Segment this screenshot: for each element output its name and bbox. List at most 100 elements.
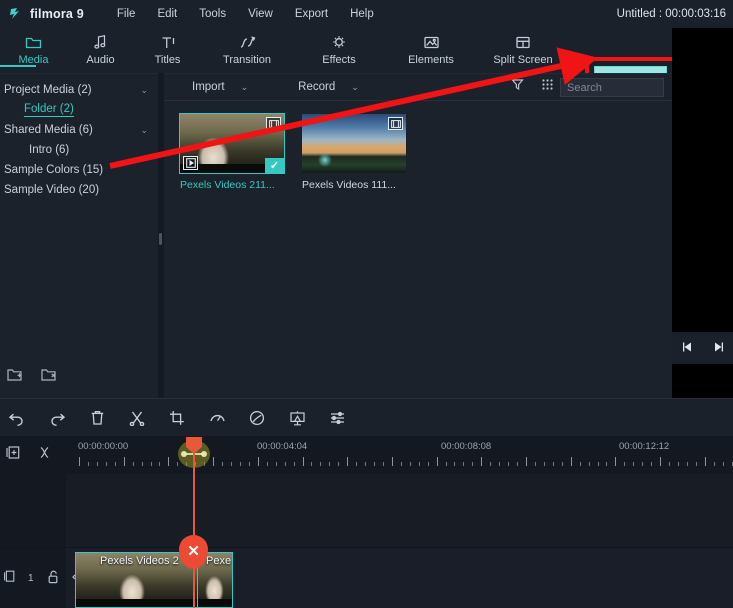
ruler-tick-minor [87, 462, 89, 466]
search-box[interactable] [560, 78, 722, 97]
ruler-tick-major [79, 457, 80, 466]
timeline-ruler[interactable]: 00:00:00:00 00:00:04:04 00:00:08:08 00:0… [66, 436, 733, 474]
ruler-tick-major [257, 457, 259, 466]
undo-icon[interactable] [6, 410, 28, 426]
ruler-tick-major [123, 457, 125, 466]
delete-folder-icon[interactable] [40, 367, 58, 388]
record-label: Record [298, 81, 336, 93]
ruler-tick-minor [114, 462, 116, 466]
new-folder-icon[interactable] [6, 367, 24, 388]
chevron-down-icon[interactable]: ⌄ [140, 125, 148, 136]
next-frame-icon[interactable] [712, 341, 725, 356]
sidebar-item-project-media[interactable]: Project Media (2) ⌄ [0, 80, 158, 100]
media-toolbar: Import ⌄ Record ⌄ [164, 74, 722, 101]
ruler-tick-minor [275, 462, 277, 466]
media-view-controls [511, 78, 554, 96]
delete-icon[interactable] [86, 410, 108, 426]
ruler-tick-minor [320, 462, 322, 466]
ruler-tick-minor [311, 462, 313, 466]
sidebar-item-intro[interactable]: Intro (6) [0, 140, 158, 160]
tab-titles[interactable]: Titles [134, 28, 201, 66]
chevron-down-icon[interactable]: ⌄ [140, 85, 148, 96]
sidebar-item-label: Folder (2) [24, 103, 74, 117]
chevron-down-icon[interactable]: ⌄ [351, 82, 359, 93]
chevron-down-icon[interactable]: ⌄ [241, 82, 249, 93]
media-item[interactable]: ✓ Pexels Videos 211... [179, 113, 285, 191]
ruler-tick-major [302, 457, 304, 466]
media-item[interactable]: Pexels Videos 111... [302, 114, 406, 191]
unlink-audio-icon[interactable] [37, 445, 52, 465]
main-toolbar: Media Audio Titles Transition Effects El… [0, 28, 733, 102]
ruler-tick-minor [409, 462, 411, 466]
ruler-tick-minor [293, 462, 295, 466]
menu-item-edit[interactable]: Edit [146, 4, 188, 24]
ruler-tick-minor [454, 462, 456, 466]
tab-effects[interactable]: Effects [293, 28, 385, 66]
ruler-tick-minor [669, 462, 671, 466]
record-button[interactable]: Record ⌄ [292, 81, 365, 93]
tab-split-screen-label: Split Screen [493, 54, 553, 66]
ruler-tick-minor [150, 462, 152, 466]
audio-mixer-icon[interactable] [326, 410, 348, 426]
ruler-tick-minor [248, 462, 250, 466]
ruler-tick-minor [713, 462, 715, 466]
ruler-tick-minor [642, 462, 644, 466]
add-to-timeline-icon[interactable] [183, 156, 198, 170]
ruler-tick-minor [365, 462, 367, 466]
tab-transition[interactable]: Transition [201, 28, 293, 66]
sidebar-footer-actions [0, 364, 158, 390]
color-icon[interactable] [246, 410, 268, 426]
tab-elements[interactable]: Elements [385, 28, 477, 66]
green-screen-icon[interactable] [286, 410, 308, 426]
ruler-tick-minor [230, 462, 232, 466]
ruler-tick-minor [472, 462, 474, 466]
filmora-logo-icon [8, 6, 24, 22]
divider-collapse-handle[interactable] [159, 233, 162, 245]
brand-logo: filmora 9 [0, 6, 84, 22]
redo-icon[interactable] [46, 410, 68, 426]
playhead-handle[interactable] [186, 437, 202, 454]
filter-icon[interactable] [511, 78, 524, 96]
menu-item-tools[interactable]: Tools [188, 4, 237, 24]
ruler-tick-minor [633, 462, 635, 466]
ruler-tick-minor [686, 462, 688, 466]
previous-frame-icon[interactable] [681, 341, 694, 356]
tab-split-screen[interactable]: Split Screen [477, 28, 569, 66]
sidebar-item-sample-colors[interactable]: Sample Colors (15) [0, 160, 158, 180]
elements-icon [423, 33, 440, 51]
crop-icon[interactable] [166, 410, 188, 426]
sidebar-item-shared-media[interactable]: Shared Media (6) ⌄ [0, 120, 158, 140]
media-thumbnail[interactable]: ✓ [179, 113, 285, 174]
ruler-label: 00:00:12:12 [619, 441, 670, 452]
timeline-empty-track[interactable] [0, 474, 733, 548]
speed-icon[interactable] [206, 410, 228, 426]
ruler-tick-major [391, 457, 393, 466]
sidebar-item-folder[interactable]: Folder (2) [0, 100, 158, 120]
menu-item-help[interactable]: Help [339, 4, 385, 24]
sidebar-item-sample-video[interactable]: Sample Video (20) [0, 180, 158, 200]
menu-item-file[interactable]: File [106, 4, 147, 24]
tab-audio[interactable]: Audio [67, 28, 134, 66]
tab-elements-label: Elements [408, 54, 454, 66]
ruler-tick-minor [418, 462, 420, 466]
sidebar-item-label: Intro (6) [29, 144, 70, 156]
media-thumbnail[interactable] [302, 114, 406, 173]
split-scissors-icon[interactable] [126, 410, 148, 426]
menu-item-view[interactable]: View [237, 4, 284, 24]
ruler-tick-minor [356, 462, 358, 466]
sidebar-item-label: Sample Video (20) [4, 184, 100, 196]
ruler-tick-minor [651, 462, 653, 466]
preview-transport-controls [672, 332, 733, 364]
selected-check-icon: ✓ [265, 158, 284, 173]
grid-view-icon[interactable] [541, 78, 554, 96]
ruler-tick-minor [543, 462, 545, 466]
add-track-icon[interactable] [6, 445, 21, 465]
import-button[interactable]: Import ⌄ [186, 81, 254, 93]
lock-open-icon[interactable] [47, 570, 59, 587]
remove-marker-badge[interactable] [179, 535, 208, 571]
ruler-tick-minor [382, 462, 384, 466]
tab-titles-label: Titles [154, 54, 181, 66]
ruler-tick-minor [463, 462, 465, 466]
tab-media[interactable]: Media [0, 28, 67, 67]
menu-item-export[interactable]: Export [284, 4, 339, 24]
